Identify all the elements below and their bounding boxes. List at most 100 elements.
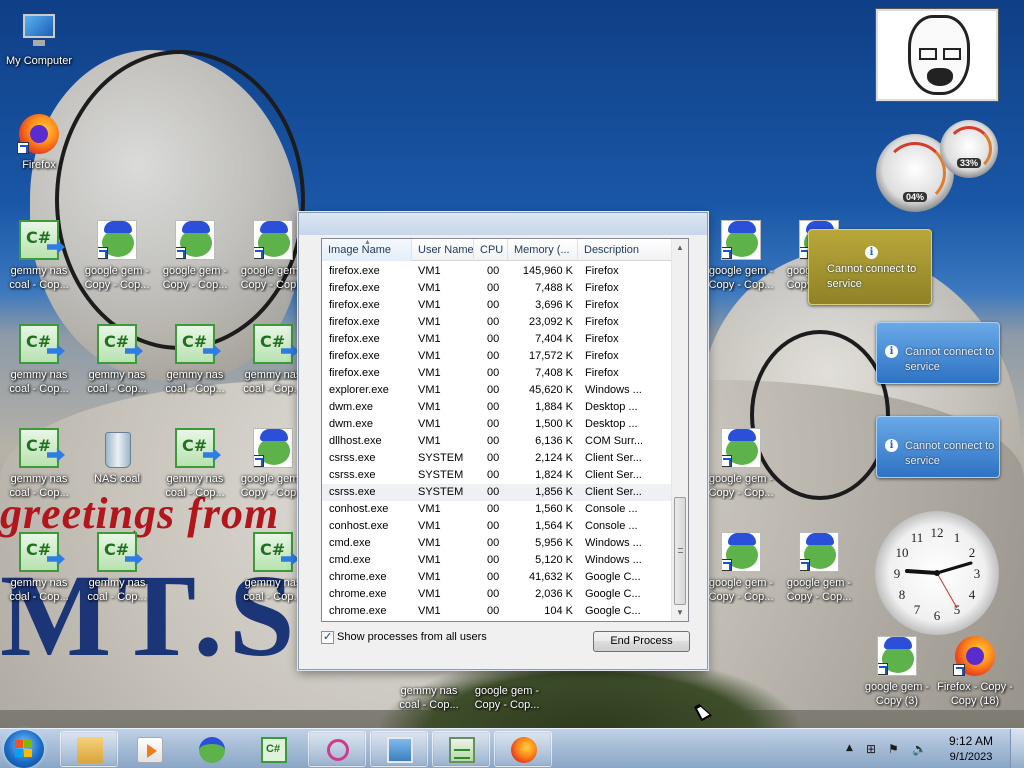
picture-frame-gadget[interactable] bbox=[876, 9, 998, 101]
process-row[interactable]: dwm.exe VM1 00 1,884 K Desktop ... bbox=[322, 399, 673, 416]
process-row[interactable]: firefox.exe VM1 00 145,960 K Firefox bbox=[322, 263, 673, 280]
process-description: Firefox bbox=[585, 282, 619, 294]
weather-gadget[interactable]: i Cannot connect to service bbox=[808, 229, 932, 305]
process-row[interactable]: firefox.exe VM1 00 7,404 K Firefox bbox=[322, 331, 673, 348]
frog-image-icon bbox=[253, 428, 293, 468]
desktop-icon-google-gem[interactable]: google gem - Copy - Cop... bbox=[702, 428, 780, 520]
desktop-icon-google-gem[interactable]: google gem - Copy - Cop... bbox=[156, 220, 234, 312]
desktop-icon-gemmy-nas-coal[interactable]: C# gemmy nas coal - Cop... bbox=[78, 324, 156, 416]
process-row[interactable]: dwm.exe VM1 00 1,500 K Desktop ... bbox=[322, 416, 673, 433]
column-image-name[interactable]: ▲ Image Name bbox=[322, 239, 412, 261]
process-row[interactable]: firefox.exe VM1 00 7,408 K Firefox bbox=[322, 365, 673, 382]
column-user-name[interactable]: User Name bbox=[412, 239, 474, 261]
taskbar-snipping-tool[interactable] bbox=[308, 731, 366, 767]
process-description: Client Ser... bbox=[585, 469, 642, 481]
csharp-file-icon: C# bbox=[175, 324, 221, 364]
desktop-icon-gemmy-nas-coal[interactable]: C# gemmy nas coal - Cop... bbox=[0, 220, 78, 312]
show-desktop-button[interactable] bbox=[1010, 729, 1024, 768]
feed-headlines-gadget[interactable]: i Cannot connect to service bbox=[876, 322, 1000, 384]
process-description: Google C... bbox=[585, 571, 641, 583]
column-memory[interactable]: Memory (... bbox=[508, 239, 578, 261]
process-row[interactable]: conhost.exe VM1 00 1,560 K Console ... bbox=[322, 501, 673, 518]
memory-meter-gadget[interactable]: 33% bbox=[940, 120, 998, 178]
desktop-icon-my-computer[interactable]: My Computer bbox=[0, 10, 78, 102]
process-memory: 2,036 K bbox=[535, 588, 573, 600]
desktop-icon-recycle-bin[interactable]: NAS coal bbox=[78, 428, 156, 520]
process-row[interactable]: firefox.exe VM1 00 3,696 K Firefox bbox=[322, 297, 673, 314]
show-hidden-icons-icon[interactable]: ▲ bbox=[846, 743, 853, 753]
column-cpu[interactable]: CPU bbox=[474, 239, 508, 261]
task-manager-window[interactable]: ▲ Image Name User Name CPU Memory (... De… bbox=[298, 212, 708, 670]
process-row[interactable]: csrss.exe SYSTEM 00 2,124 K Client Ser... bbox=[322, 450, 673, 467]
process-description: Firefox bbox=[585, 299, 619, 311]
scroll-down-arrow-icon[interactable]: ▼ bbox=[672, 604, 688, 621]
taskbar-windows-explorer[interactable] bbox=[60, 731, 118, 767]
checkbox-checked-icon[interactable] bbox=[321, 630, 334, 644]
csharp-file-icon: C# bbox=[19, 220, 65, 260]
desktop-icon-gemmy-nas-coal[interactable]: C# gemmy nas coal - Cop... bbox=[0, 324, 78, 416]
svg-text:2: 2 bbox=[969, 545, 976, 560]
desktop-icon-gemmy-nas-coal[interactable]: C# gemmy nas coal - Cop... bbox=[0, 428, 78, 520]
weather-message: Cannot connect to service bbox=[827, 263, 917, 290]
csharp-file-icon: C# bbox=[19, 324, 65, 364]
taskbar-media-player[interactable] bbox=[120, 731, 178, 767]
desktop-icon-firefox-copy-18[interactable]: Firefox - Copy - Copy (18) bbox=[936, 636, 1014, 728]
desktop-icon-google-gem-copy-3[interactable]: google gem - Copy (3) bbox=[858, 636, 936, 728]
desktop-icon-label: gemmy nas coal - Cop... bbox=[399, 685, 459, 711]
process-row[interactable]: csrss.exe SYSTEM 00 1,856 K Client Ser... bbox=[322, 484, 673, 501]
folder-icon bbox=[77, 737, 103, 763]
process-row[interactable]: chrome.exe VM1 00 104 K Google C... bbox=[322, 603, 673, 620]
desktop-icon-firefox[interactable]: Firefox bbox=[0, 114, 78, 206]
taskbar-image-viewer[interactable] bbox=[370, 731, 428, 767]
process-user-name: VM1 bbox=[418, 401, 441, 413]
clock-gadget[interactable]: 12 1 2 345 678 9 10 11 bbox=[875, 511, 999, 635]
process-row[interactable]: chrome.exe VM1 00 41,632 K Google C... bbox=[322, 569, 673, 586]
scrollbar-thumb[interactable] bbox=[674, 497, 686, 605]
process-row[interactable]: dllhost.exe VM1 00 6,136 K COM Surr... bbox=[322, 433, 673, 450]
network-icon[interactable]: ⊞ bbox=[866, 742, 876, 756]
process-list[interactable]: ▲ Image Name User Name CPU Memory (... De… bbox=[321, 238, 689, 622]
process-row[interactable]: conhost.exe VM1 00 1,564 K Console ... bbox=[322, 518, 673, 535]
clock-date[interactable]: 9/1/2023 bbox=[940, 751, 1002, 763]
desktop-icon-label: NAS coal bbox=[94, 473, 140, 485]
process-cpu: 00 bbox=[487, 537, 500, 549]
desktop-icon-google-gem[interactable]: google gem - Copy - Cop... bbox=[780, 532, 858, 624]
show-all-users-label: Show processes from all users bbox=[337, 631, 487, 643]
process-image-name: cmd.exe bbox=[329, 537, 371, 549]
process-description: Client Ser... bbox=[585, 486, 642, 498]
process-user-name: VM1 bbox=[418, 384, 441, 396]
vertical-scrollbar[interactable]: ▲ ▼ bbox=[671, 239, 688, 621]
desktop-icon-gemmy-nas-coal[interactable]: C# gemmy nas coal - Cop... bbox=[156, 324, 234, 416]
shortcut-arrow-icon bbox=[878, 663, 888, 675]
process-memory: 145,960 K bbox=[522, 265, 573, 277]
process-memory: 104 K bbox=[544, 605, 573, 617]
desktop-icon-gemmy-nas-coal[interactable]: C# gemmy nas coal - Cop... bbox=[0, 532, 78, 624]
process-row[interactable]: explorer.exe VM1 00 45,620 K Windows ... bbox=[322, 382, 673, 399]
info-icon: i bbox=[885, 439, 898, 452]
desktop-icon-gemmy-nas-coal[interactable]: C# gemmy nas coal - Cop... bbox=[78, 532, 156, 624]
slideshow-gadget[interactable]: i Cannot connect to service bbox=[876, 416, 1000, 478]
desktop-icon-gemmy-nas-coal[interactable]: C# gemmy nas coal - Cop... bbox=[156, 428, 234, 520]
taskbar-firefox[interactable] bbox=[494, 731, 552, 767]
desktop-icon-label: Firefox bbox=[22, 159, 56, 171]
taskbar-gemmy-nas-coal[interactable] bbox=[244, 731, 302, 767]
process-row[interactable]: cmd.exe VM1 00 5,956 K Windows ... bbox=[322, 535, 673, 552]
process-row[interactable]: chrome.exe VM1 00 2,036 K Google C... bbox=[322, 586, 673, 603]
action-center-flag-icon[interactable]: ⚑ bbox=[888, 742, 899, 756]
column-description[interactable]: Description bbox=[578, 239, 673, 261]
taskbar-google-gem[interactable] bbox=[182, 731, 240, 767]
process-row[interactable]: firefox.exe VM1 00 7,488 K Firefox bbox=[322, 280, 673, 297]
start-button[interactable] bbox=[4, 730, 44, 768]
desktop-icon-google-gem[interactable]: google gem - Copy - Cop... bbox=[702, 220, 780, 312]
end-process-button[interactable]: End Process bbox=[593, 631, 690, 652]
process-row[interactable]: firefox.exe VM1 00 17,572 K Firefox bbox=[322, 348, 673, 365]
taskbar-task-manager[interactable] bbox=[432, 731, 490, 767]
clock-time[interactable]: 9:12 AM bbox=[940, 734, 1002, 748]
process-row[interactable]: firefox.exe VM1 00 23,092 K Firefox bbox=[322, 314, 673, 331]
scroll-up-arrow-icon[interactable]: ▲ bbox=[672, 239, 688, 256]
desktop-icon-google-gem[interactable]: google gem - Copy - Cop... bbox=[702, 532, 780, 624]
process-row[interactable]: cmd.exe VM1 00 5,120 K Windows ... bbox=[322, 552, 673, 569]
desktop-icon-google-gem[interactable]: google gem - Copy - Cop... bbox=[78, 220, 156, 312]
process-row[interactable]: csrss.exe SYSTEM 00 1,824 K Client Ser... bbox=[322, 467, 673, 484]
volume-icon[interactable]: 🔈 bbox=[912, 742, 927, 756]
